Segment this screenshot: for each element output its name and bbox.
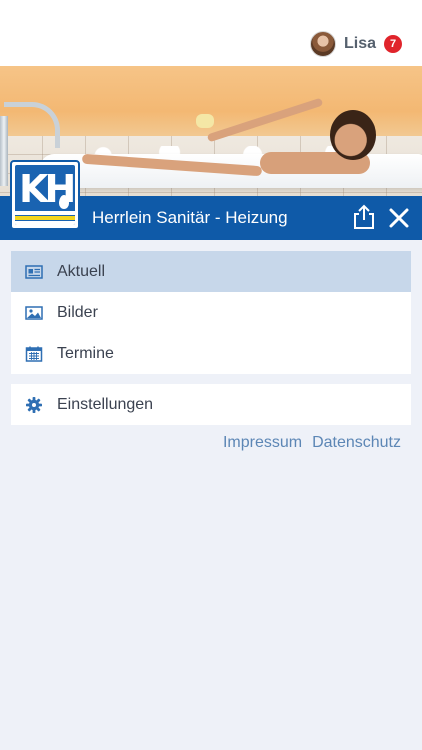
menu-item-label: Termine <box>57 344 114 362</box>
logo-stripe-white <box>15 211 75 215</box>
impressum-link[interactable]: Impressum <box>223 434 302 452</box>
faucet <box>4 102 60 148</box>
gear-icon <box>26 396 42 413</box>
menu-item-termine[interactable]: Termine <box>11 333 411 374</box>
newspaper-icon <box>25 264 43 279</box>
top-bar: Lisa 7 <box>0 0 422 66</box>
footer-links: Impressum Datenschutz <box>223 434 401 452</box>
menu-item-label: Bilder <box>57 303 98 321</box>
site-title: Herrlein Sanitär - Heizung <box>92 208 288 227</box>
logo-stripe-white-2 <box>15 221 75 225</box>
close-icon[interactable] <box>386 205 412 231</box>
menu-item-aktuell[interactable]: Aktuell <box>11 251 411 292</box>
share-icon[interactable] <box>350 203 378 231</box>
menu-item-label: Einstellungen <box>57 395 154 413</box>
logo-mark: KH <box>15 165 75 225</box>
settings-menu: Einstellungen <box>11 384 411 425</box>
sponge <box>196 114 214 128</box>
menu-item-einstellungen[interactable]: Einstellungen <box>11 384 411 425</box>
main-menu: Aktuell Bilder Termine <box>11 251 411 374</box>
menu-item-bilder[interactable]: Bilder <box>11 292 411 333</box>
user-profile[interactable]: Lisa 7 <box>309 29 402 59</box>
image-icon <box>25 305 43 320</box>
notification-badge[interactable]: 7 <box>384 35 402 53</box>
datenschutz-link[interactable]: Datenschutz <box>312 434 401 452</box>
water-drop-icon <box>59 195 69 209</box>
user-name[interactable]: Lisa <box>344 35 376 53</box>
company-logo: KH <box>10 160 80 230</box>
logo-stripe-yellow <box>15 216 75 220</box>
calendar-icon <box>25 346 43 362</box>
avatar[interactable] <box>309 31 336 57</box>
menu-item-label: Aktuell <box>57 262 106 280</box>
bather-head <box>330 110 376 160</box>
